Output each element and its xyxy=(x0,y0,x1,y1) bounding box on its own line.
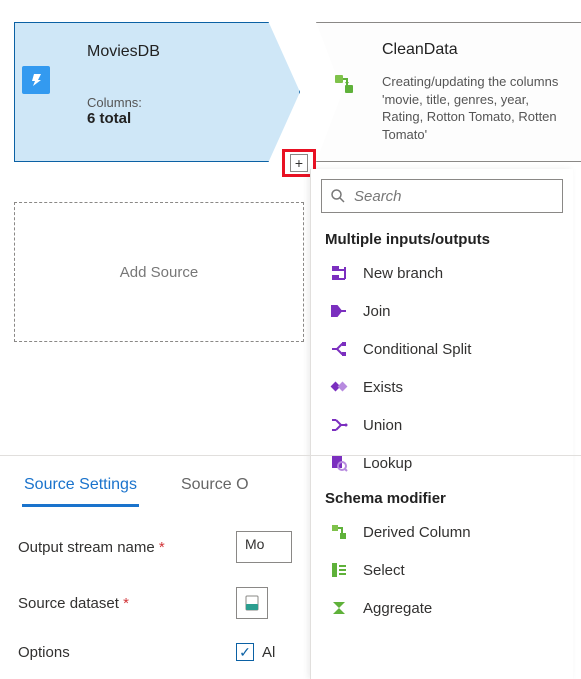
menu-item-exists[interactable]: Exists xyxy=(311,368,573,406)
menu-label: New branch xyxy=(363,265,443,282)
menu-item-join[interactable]: Join xyxy=(311,292,573,330)
menu-label: Exists xyxy=(363,379,403,396)
conditional-split-icon xyxy=(329,339,349,359)
menu-label: Union xyxy=(363,417,402,434)
database-source-icon xyxy=(22,66,50,94)
input-value: Mo xyxy=(245,536,264,552)
check-icon: ✓ xyxy=(239,644,251,661)
options-checkbox-label: Al xyxy=(262,644,275,661)
add-source-label: Add Source xyxy=(120,264,198,281)
options-checkbox[interactable]: ✓ xyxy=(236,643,254,661)
union-icon xyxy=(329,415,349,435)
dataset-picker-button[interactable] xyxy=(236,587,268,619)
menu-label: Join xyxy=(363,303,391,320)
settings-tabs: Source Settings Source O xyxy=(18,460,581,507)
node-source-columns-value: 6 total xyxy=(87,110,243,127)
join-icon xyxy=(329,301,349,321)
menu-label: Conditional Split xyxy=(363,341,471,358)
add-transform-button[interactable]: + xyxy=(290,154,308,172)
csv-file-icon xyxy=(243,594,261,612)
derived-column-icon xyxy=(332,72,358,98)
menu-item-new-branch[interactable]: New branch xyxy=(311,254,573,292)
menu-item-conditional-split[interactable]: Conditional Split xyxy=(311,330,573,368)
tab-source-settings[interactable]: Source Settings xyxy=(22,468,139,507)
branch-icon xyxy=(329,263,349,283)
group-header-multiple-io: Multiple inputs/outputs xyxy=(311,223,573,254)
search-placeholder: Search xyxy=(354,188,402,205)
node-source-columns-label: Columns: xyxy=(87,95,243,110)
search-input[interactable]: Search xyxy=(321,179,563,213)
node-clean-title: CleanData xyxy=(382,41,571,59)
menu-item-union[interactable]: Union xyxy=(311,406,573,444)
label-source-dataset: Source dataset xyxy=(18,595,218,612)
settings-panel: Source Settings Source O Output stream n… xyxy=(0,455,581,679)
exists-icon xyxy=(329,377,349,397)
label-options: Options xyxy=(18,644,218,661)
search-icon xyxy=(330,188,346,204)
tab-source-options[interactable]: Source O xyxy=(179,468,251,507)
node-source-moviesdb[interactable]: MoviesDB Columns: 6 total xyxy=(14,22,300,162)
input-output-stream-name[interactable]: Mo xyxy=(236,531,292,563)
label-output-stream-name: Output stream name xyxy=(18,539,218,556)
node-source-title: MoviesDB xyxy=(87,43,243,61)
add-source-placeholder[interactable]: Add Source xyxy=(14,202,304,342)
plus-icon: + xyxy=(295,156,303,170)
node-clean-desc: Creating/updating the columns 'movie, ti… xyxy=(382,73,571,143)
